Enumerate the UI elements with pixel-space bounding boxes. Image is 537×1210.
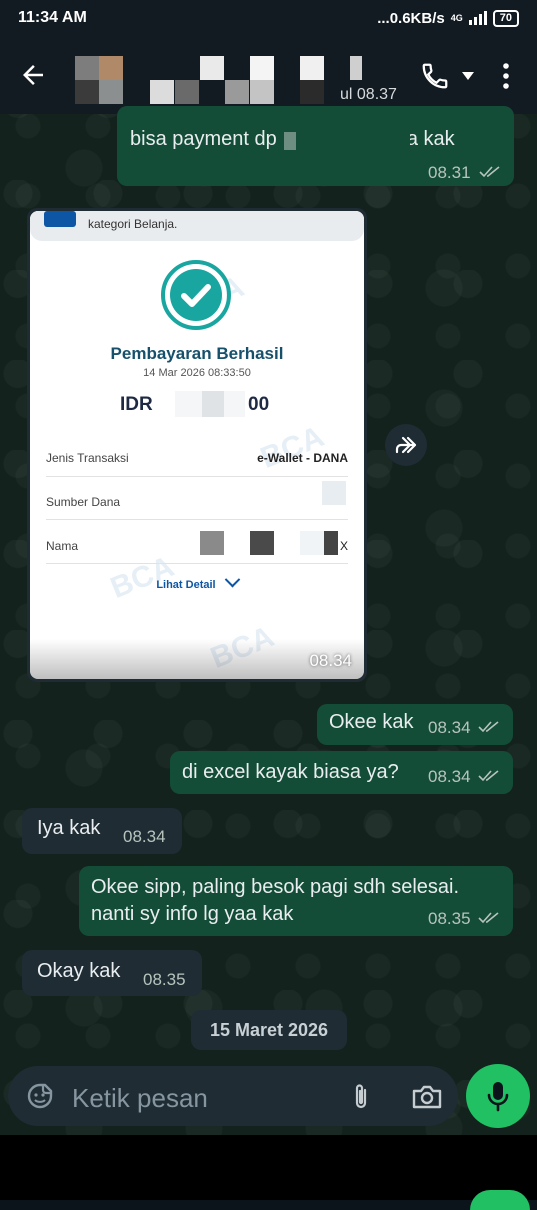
forward-icon bbox=[395, 436, 417, 454]
message-incoming[interactable]: Iya kak 08.34 bbox=[22, 808, 182, 854]
redacted-name bbox=[200, 531, 224, 555]
redacted-text bbox=[284, 128, 410, 154]
message-text: Iya kak bbox=[37, 817, 101, 839]
last-seen-text: ul 08.37 bbox=[340, 86, 397, 103]
row-value: e-Wallet - DANA bbox=[257, 451, 348, 465]
caret-down-icon[interactable] bbox=[462, 72, 474, 80]
receipt-image[interactable]: BCA BCA BCA BCA kategori Belanja. Pembay… bbox=[30, 211, 364, 679]
notification-banner: kategori Belanja. bbox=[30, 211, 364, 241]
redacted-text bbox=[284, 132, 296, 150]
row-value: X bbox=[339, 539, 348, 553]
message-time: 08.34 bbox=[428, 767, 471, 786]
message-time: 08.34 bbox=[123, 827, 166, 846]
double-check-icon bbox=[478, 721, 499, 733]
network-speed: ...0.6KB/s bbox=[377, 9, 445, 27]
network-type: 4G bbox=[450, 13, 463, 23]
chevron-down-icon bbox=[224, 571, 240, 588]
message-outgoing[interactable]: bisa payment dp no ini yaa kak 08.31 bbox=[117, 106, 514, 186]
row-label: Sumber Dana bbox=[46, 495, 121, 509]
more-vert-icon[interactable] bbox=[500, 63, 512, 89]
redacted-name bbox=[300, 531, 324, 555]
detail-link-label: Lihat Detail bbox=[156, 579, 216, 591]
bca-logo-icon bbox=[44, 211, 76, 227]
message-text: di excel kayak biasa ya? bbox=[182, 761, 399, 783]
notification-text: kategori Belanja. bbox=[88, 217, 178, 231]
message-text: Okee kak bbox=[329, 711, 414, 733]
status-bar: 11:34 AM ...0.6KB/s 4G 70 bbox=[0, 0, 537, 36]
divider bbox=[46, 563, 348, 564]
status-time: 11:34 AM bbox=[18, 9, 87, 26]
sticker-emoji-icon[interactable] bbox=[26, 1082, 54, 1110]
payment-datetime: 14 Mar 2026 08:33:50 bbox=[143, 367, 251, 379]
battery-indicator: 70 bbox=[492, 9, 519, 27]
voice-record-button[interactable] bbox=[466, 1064, 530, 1128]
message-image-incoming[interactable]: BCA BCA BCA BCA kategori Belanja. Pembay… bbox=[27, 208, 367, 682]
phone-icon[interactable] bbox=[420, 61, 450, 91]
message-text-line2: nanti sy info lg yaa kak bbox=[91, 903, 294, 925]
success-check-icon bbox=[161, 260, 231, 330]
message-time: 08.34 bbox=[428, 718, 471, 737]
message-composer[interactable]: Ketik pesan bbox=[8, 1066, 458, 1126]
redacted-value bbox=[322, 481, 346, 505]
message-time: 08.35 bbox=[428, 909, 471, 928]
divider bbox=[46, 519, 348, 520]
message-outgoing[interactable]: Okee kak 08.34 bbox=[317, 704, 513, 745]
redacted-amount bbox=[202, 391, 224, 417]
double-check-icon bbox=[479, 166, 500, 178]
double-check-icon bbox=[478, 770, 499, 782]
message-text: Okay kak bbox=[37, 960, 121, 982]
row-label: Jenis Transaksi bbox=[46, 451, 129, 465]
redacted-name bbox=[324, 531, 338, 555]
message-time: 08.35 bbox=[143, 970, 186, 989]
date-divider: 15 Maret 2026 bbox=[191, 1010, 347, 1050]
row-label: Nama bbox=[46, 539, 79, 553]
scroll-indicator bbox=[470, 1190, 530, 1210]
message-outgoing[interactable]: di excel kayak biasa ya? 08.34 bbox=[170, 751, 513, 794]
signal-icon bbox=[468, 11, 487, 25]
message-outgoing[interactable]: Okee sipp, paling besok pagi sdh selesai… bbox=[79, 866, 513, 936]
message-time: 08.34 bbox=[309, 651, 352, 670]
message-incoming[interactable]: Okay kak 08.35 bbox=[22, 950, 202, 996]
message-time: 08.31 bbox=[428, 163, 471, 182]
microphone-icon bbox=[487, 1082, 509, 1112]
chat-header: ul 08.37 bbox=[0, 36, 537, 114]
detail-link: Lihat Detail bbox=[30, 571, 364, 591]
redacted-name bbox=[250, 531, 274, 555]
watermark: BCA bbox=[255, 420, 329, 476]
forward-button[interactable] bbox=[385, 424, 427, 466]
attach-icon[interactable] bbox=[348, 1082, 374, 1112]
amount-suffix: 00 bbox=[248, 394, 270, 415]
message-text-line1: Okee sipp, paling besok pagi sdh selesai… bbox=[91, 876, 460, 898]
divider bbox=[46, 476, 348, 477]
camera-icon[interactable] bbox=[411, 1084, 443, 1110]
message-input[interactable]: Ketik pesan bbox=[72, 1083, 208, 1114]
payment-title: Pembayaran Berhasil bbox=[110, 344, 284, 363]
system-nav-bar bbox=[0, 1135, 537, 1200]
amount-prefix: IDR bbox=[120, 394, 153, 415]
back-arrow-icon[interactable] bbox=[18, 60, 48, 90]
contact-info-redacted[interactable] bbox=[75, 56, 365, 106]
double-check-icon bbox=[478, 912, 499, 924]
status-indicators: ...0.6KB/s 4G 70 bbox=[377, 9, 519, 27]
